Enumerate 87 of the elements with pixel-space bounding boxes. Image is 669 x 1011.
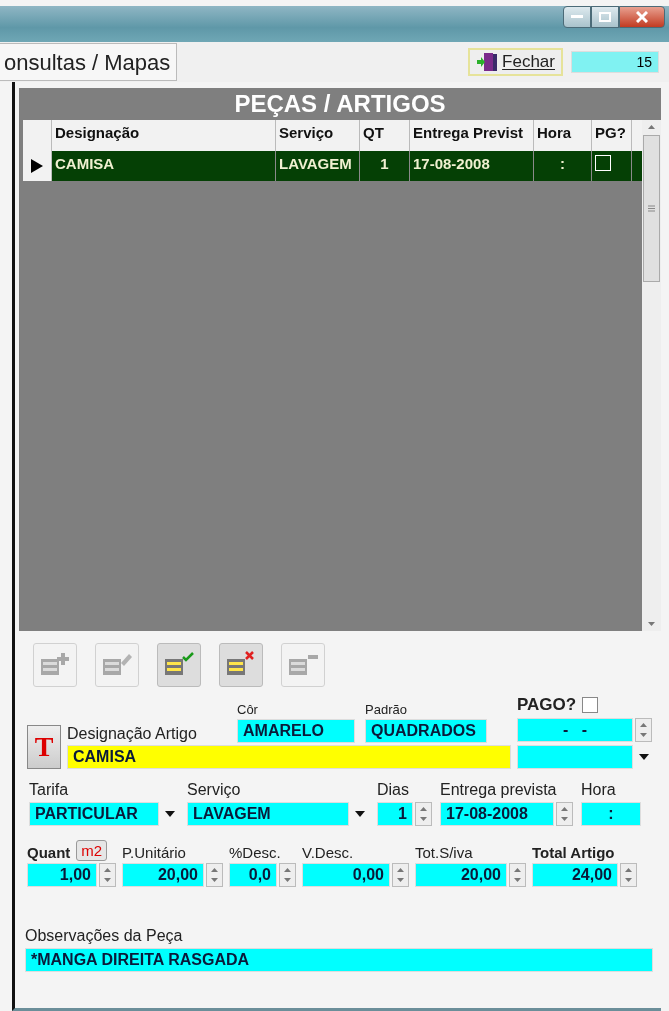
table-cell: 1 [360,151,410,181]
tab[interactable]: onsultas / Mapas [0,43,178,81]
table-cell: : [534,151,592,181]
minimize-icon [571,15,583,19]
up-arrow-icon [624,867,633,872]
dropdown-field[interactable]: PARTICULAR [29,802,159,826]
field-label: PAGO? [517,695,577,715]
spin-field[interactable]: 1 [377,802,413,826]
grid-row[interactable]: CAMISA LAVAGEM 1 17-08-2008 : [23,151,642,181]
down-arrow-icon [639,733,648,738]
field-label: Serviço [187,781,242,799]
confirm-button[interactable] [157,643,201,687]
down-arrow-icon [647,622,656,627]
up-arrow-icon [283,867,292,872]
unit-button[interactable]: m2 [76,840,108,861]
close-button[interactable] [619,6,665,28]
spin-button[interactable] [620,863,637,887]
exit-button[interactable]: Fechar [468,48,563,76]
down-arrow-icon [560,817,569,822]
table-cell: LAVAGEM [276,151,360,181]
down-arrow-icon [210,878,219,883]
up-arrow-icon [560,806,569,811]
up-arrow-icon [210,867,219,872]
field-label: Côr [237,702,259,717]
spin-button[interactable] [99,863,116,887]
number-field[interactable]: 0,00 [302,863,390,887]
dropdown-field[interactable]: LAVAGEM [187,802,349,826]
down-arrow-icon [624,878,633,883]
up-arrow-icon [103,867,112,872]
color-field[interactable]: AMARELO [237,719,355,743]
grip-icon [648,205,655,212]
spin-button[interactable] [635,718,652,742]
date-field[interactable]: - - [517,718,633,742]
field-label: Dias [377,781,410,799]
spin-button[interactable] [279,863,296,887]
table-cell: 17-08-2008 [410,151,534,181]
number-field[interactable]: 20,00 [415,863,507,887]
article-name-field[interactable]: CAMISA [67,745,511,769]
grid-title: PEÇAS / ARTIGOS [233,89,447,119]
row-pointer-icon [30,159,44,173]
down-arrow-icon [513,878,522,883]
number-field[interactable]: 1,00 [27,863,97,887]
field-label: %Desc. [229,844,281,861]
field-label: Observações da Peça [25,927,184,945]
spin-button[interactable] [556,802,573,826]
cancel-button[interactable] [219,643,263,687]
scrollbar[interactable] [642,120,661,631]
up-arrow-icon [396,867,405,872]
dropdown-field[interactable] [517,745,633,769]
spin-button[interactable] [509,863,526,887]
spin-button[interactable] [415,802,432,826]
field-label: Designação Artigo [67,725,198,743]
checkbox[interactable] [582,697,599,713]
field-label: Total Artigo [532,844,615,861]
maximize-icon [599,12,611,22]
field-label: Hora [581,781,617,799]
up-arrow-icon [647,124,656,129]
text-format-button[interactable]: T [27,725,61,769]
spin-button[interactable] [392,863,409,887]
up-arrow-icon [419,806,428,811]
up-arrow-icon [513,867,522,872]
down-arrow-icon [419,817,428,822]
number-field[interactable]: 24,00 [532,863,618,887]
spin-field[interactable]: 17-08-2008 [440,802,554,826]
notes-field[interactable]: *MANGA DIREITA RASGADA [25,948,653,972]
field-label: Entrega prevista [440,781,558,799]
field-label: Padrão [365,702,408,717]
maximize-button[interactable] [591,6,619,28]
field-label: Quant [27,844,71,861]
minimize-button[interactable] [563,6,591,28]
pattern-field[interactable]: QUADRADOS [365,719,487,743]
number-field[interactable]: 0,0 [229,863,277,887]
record-counter: 15 [571,51,659,73]
close-icon [636,11,648,23]
number-field[interactable]: 20,00 [122,863,204,887]
down-arrow-icon [103,878,112,883]
up-arrow-icon [639,722,648,727]
field-label: Tarifa [29,781,70,799]
spin-button[interactable] [206,863,223,887]
field-label: V.Desc. [302,844,354,861]
time-field[interactable]: : [581,802,641,826]
field-label: P.Unitário [122,844,186,861]
table-cell: CAMISA [52,151,276,181]
down-arrow-icon [396,878,405,883]
door-exit-icon [476,52,499,72]
down-arrow-icon [283,878,292,883]
field-label: Tot.S/iva [415,844,473,861]
